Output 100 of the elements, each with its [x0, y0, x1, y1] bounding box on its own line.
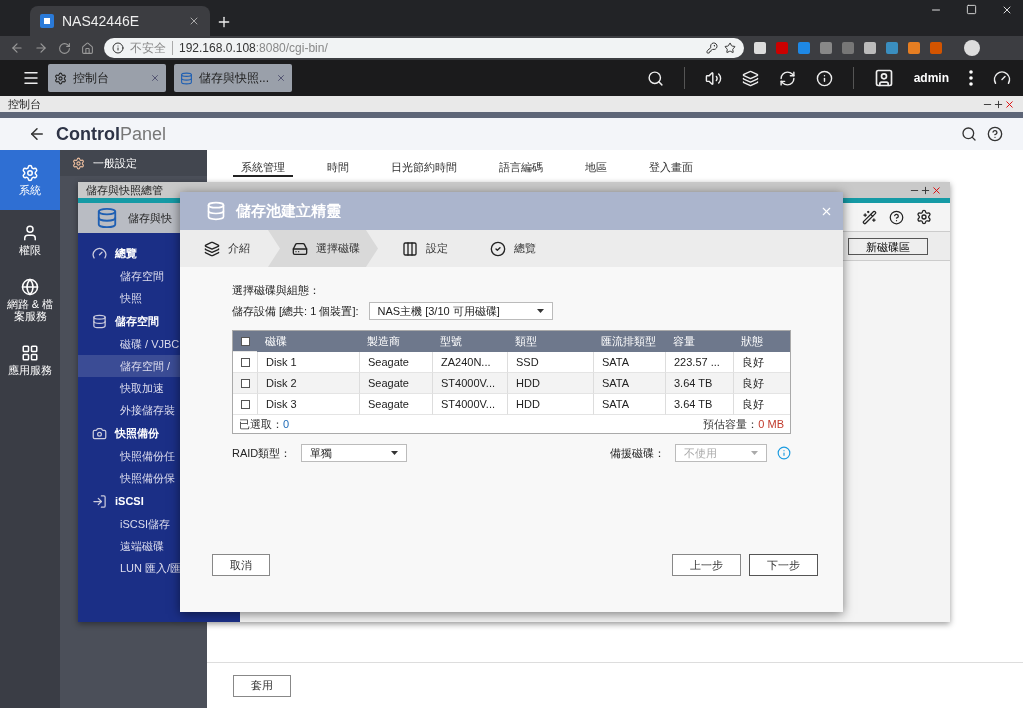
- device-select[interactable]: NAS主機 [3/10 可用磁碟]: [368, 302, 553, 320]
- info-icon: [777, 446, 791, 460]
- gauge-icon: [92, 245, 107, 261]
- table-cell: SSD: [507, 352, 593, 373]
- browser-tab[interactable]: NAS42446E: [30, 6, 210, 36]
- row-checkbox[interactable]: [240, 399, 250, 409]
- extension-icon[interactable]: [820, 42, 832, 54]
- extension-icon[interactable]: [798, 42, 810, 54]
- menu-icon: [22, 69, 40, 87]
- new-tab-button[interactable]: [216, 14, 232, 30]
- sync-icon: [778, 69, 796, 87]
- back-button[interactable]: 上一步: [672, 554, 741, 576]
- tab[interactable]: 語言編碼: [491, 160, 551, 177]
- extension-icon[interactable]: [908, 42, 920, 54]
- database-icon: [92, 313, 107, 329]
- table-cell: ST4000V...: [432, 394, 507, 415]
- search-icon: [961, 126, 977, 142]
- drive-bay-icon: [402, 240, 418, 257]
- nav-item[interactable]: 網路 & 檔案服務: [0, 270, 60, 330]
- home-icon: [81, 41, 94, 55]
- close-icon: [931, 184, 942, 196]
- wand-icon: [862, 209, 877, 225]
- table-cell: SATA: [593, 373, 665, 394]
- info-icon: [815, 69, 833, 87]
- row-checkbox[interactable]: [240, 378, 250, 388]
- extension-icon[interactable]: [754, 42, 766, 54]
- more-icon[interactable]: [969, 70, 973, 86]
- address-bar[interactable]: 不安全 192.168.0.108:8080/cgi-bin/: [104, 38, 744, 58]
- table-cell: Seagate: [359, 352, 432, 373]
- forward-icon: [34, 41, 48, 55]
- close-icon: [150, 73, 160, 83]
- nas-icon: [40, 14, 54, 28]
- table-cell: Disk 2: [257, 373, 359, 394]
- nav-item[interactable]: 系統: [0, 150, 60, 210]
- tab[interactable]: 日光節約時間: [383, 160, 465, 177]
- key-icon: [706, 42, 718, 54]
- settings-icon: [21, 163, 39, 182]
- column-header: 磁碟: [257, 331, 359, 352]
- tab[interactable]: 地區: [577, 160, 615, 177]
- user-name[interactable]: admin: [913, 71, 949, 85]
- check-circle-icon: [490, 240, 506, 257]
- table-cell: Seagate: [359, 373, 432, 394]
- info-icon: [112, 42, 124, 54]
- volume-icon: [704, 69, 722, 87]
- user-icon: [873, 68, 894, 88]
- gauge-icon: [993, 69, 1011, 87]
- column-header: 容量: [665, 331, 733, 352]
- back-icon: [28, 125, 46, 143]
- tab[interactable]: 系統管理: [233, 160, 293, 177]
- database-icon: [206, 201, 226, 221]
- caret-icon: [391, 451, 399, 455]
- extension-icon[interactable]: [886, 42, 898, 54]
- reload-icon: [58, 41, 71, 55]
- help-icon: [889, 209, 904, 225]
- row-checkbox[interactable]: [240, 357, 250, 367]
- select-all-checkbox[interactable]: [240, 336, 250, 346]
- security-label: 不安全: [130, 39, 166, 57]
- column-header: 製造商: [359, 331, 432, 352]
- raid-select[interactable]: 單獨: [301, 444, 408, 462]
- table-cell: 3.64 TB: [665, 394, 733, 415]
- extension-icon[interactable]: [864, 42, 876, 54]
- app-tab[interactable]: 控制台: [48, 64, 166, 92]
- search-icon: [646, 69, 664, 87]
- table-cell: 良好: [733, 352, 790, 373]
- raid-label: RAID類型：: [232, 445, 292, 461]
- extension-icon[interactable]: [842, 42, 854, 54]
- caret-icon: [536, 309, 544, 313]
- extension-icon[interactable]: [930, 42, 942, 54]
- wizard-step: 選擇磁碟: [268, 230, 378, 267]
- close-icon: [276, 73, 286, 83]
- column-header: 型號: [432, 331, 507, 352]
- help-icon: [987, 126, 1003, 142]
- profile-avatar[interactable]: [964, 40, 980, 56]
- table-cell: HDD: [507, 394, 593, 415]
- storage-icon: [96, 207, 118, 229]
- cancel-button[interactable]: 取消: [212, 554, 270, 576]
- page-title: ControlPanel: [56, 123, 168, 145]
- wizard-step: 設定: [378, 230, 466, 267]
- device-label: 儲存設備 [總共: 1 個裝置]:: [232, 303, 359, 319]
- selected-count: 已選取：0: [239, 416, 290, 432]
- url-text: 192.168.0.108:8080/cgi-bin/: [172, 41, 328, 55]
- next-button[interactable]: 下一步: [749, 554, 818, 576]
- section-label: 選擇磁碟與組態：: [232, 283, 321, 298]
- estimated-capacity: 預估容量：0 MB: [703, 416, 784, 432]
- settings-icon: [54, 71, 67, 85]
- apply-button[interactable]: 套用: [233, 674, 291, 697]
- maximize-icon: [920, 184, 931, 196]
- maximize-icon: [966, 4, 977, 15]
- nav-item[interactable]: 權限: [0, 210, 60, 270]
- spare-label: 備援磁碟：: [610, 445, 665, 461]
- globe-icon: [21, 277, 39, 296]
- tab[interactable]: 登入畫面: [641, 160, 701, 177]
- menu-item[interactable]: 一般設定: [60, 150, 207, 176]
- tab[interactable]: 時間: [319, 160, 357, 177]
- close-icon: [1001, 4, 1013, 16]
- storage-icon: [180, 71, 193, 85]
- extension-icon[interactable]: [776, 42, 788, 54]
- nav-item[interactable]: 應用服務: [0, 330, 60, 390]
- app-tab[interactable]: 儲存與快照...: [174, 64, 292, 92]
- new-volume-button[interactable]: 新磁碟區: [848, 237, 928, 255]
